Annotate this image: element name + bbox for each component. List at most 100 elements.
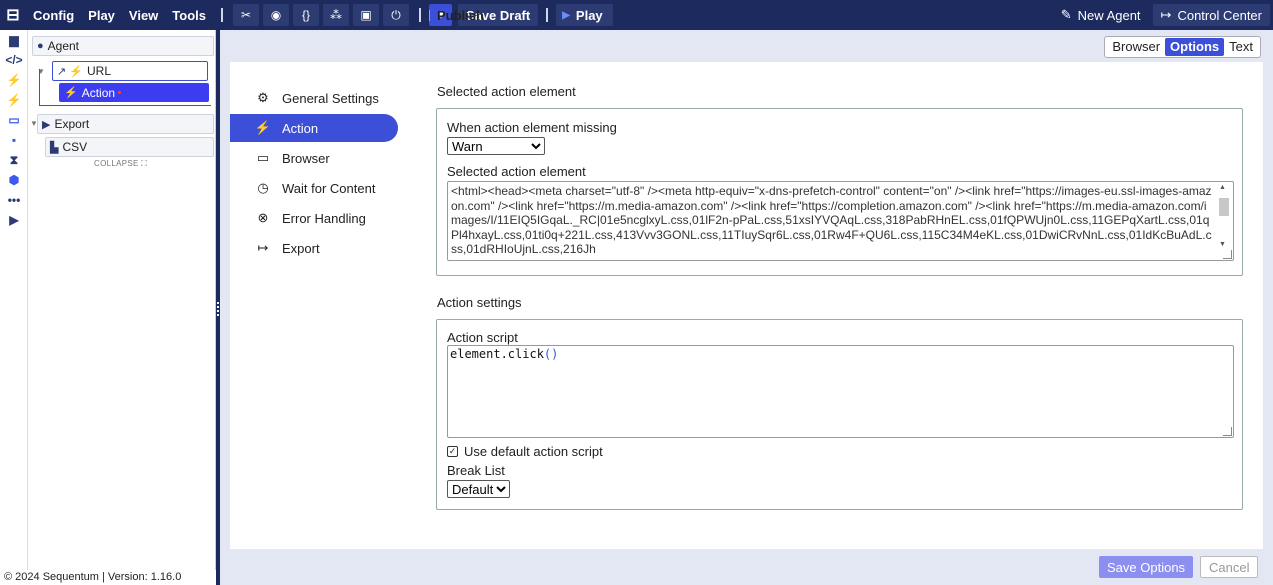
toolbar-separator xyxy=(419,8,421,22)
script-code: element.click() xyxy=(450,347,558,361)
tree-node-agent[interactable]: ● Agent xyxy=(32,36,214,56)
options-card: ⚙ General Settings ⚡ Action ▭ Browser ◷ … xyxy=(230,62,1263,549)
braces-icon[interactable]: {} xyxy=(293,4,319,26)
menu-play[interactable]: Play xyxy=(81,8,122,23)
edit-icon: ✎ xyxy=(1060,7,1072,22)
break-list-select[interactable]: Default xyxy=(447,480,510,498)
nav-general-settings[interactable]: ⚙ General Settings xyxy=(230,84,398,112)
agent-tree: ● Agent ▼ ↗ ⚡ URL ⚡ Action ▼ ▶ Export ▙ … xyxy=(28,30,216,570)
scroll-up-icon[interactable]: ▲ xyxy=(1219,184,1226,191)
scrollbar[interactable]: ▲ ▼ xyxy=(1217,184,1231,248)
field-label: Break List xyxy=(447,463,505,478)
scroll-thumb[interactable] xyxy=(1219,198,1229,216)
script-code-parens: () xyxy=(543,347,559,361)
selected-element-textarea[interactable]: <html><head><meta charset="utf-8" /><met… xyxy=(447,181,1234,261)
tree-node-label: Export xyxy=(54,117,90,131)
section-title: Selected action element xyxy=(437,84,576,99)
menu-config[interactable]: Config xyxy=(26,8,81,23)
top-toolbar: ⊟ Config Play View Tools ✂ ◉ {} ⁂ ▣ ⏻ Pu… xyxy=(0,0,1273,30)
csv-icon: ▙ xyxy=(50,141,59,154)
code-icon[interactable]: </> xyxy=(0,50,28,70)
tab-browser[interactable]: Browser xyxy=(1107,38,1165,56)
clock-icon: ◷ xyxy=(257,180,269,195)
window-icon[interactable]: ▣ xyxy=(353,4,379,26)
action-script-editor[interactable]: element.click() xyxy=(447,345,1234,438)
drag-handle-icon[interactable] xyxy=(217,302,219,316)
exit-icon: ↦ xyxy=(1160,7,1172,22)
resize-handle-icon[interactable] xyxy=(1223,250,1232,259)
nav-label: Action xyxy=(282,120,319,136)
bolt-icon: ⚡ xyxy=(64,87,78,99)
globe-icon[interactable]: ◉ xyxy=(263,4,289,26)
menu-view[interactable]: View xyxy=(122,8,165,23)
main-panel: Browser Options Text ⚙ General Settings … xyxy=(220,30,1273,585)
left-icon-rail: ▆ </> ⚡ ⚡ ▭ ▪ ⧗ ⬢ ••• ▶ xyxy=(0,30,28,570)
play-label: Play xyxy=(575,7,603,23)
tree-node-label: Agent xyxy=(47,39,80,53)
export-icon: ↦ xyxy=(257,240,269,255)
missing-element-select[interactable]: Warn xyxy=(447,137,545,155)
tree-node-action[interactable]: ⚡ Action xyxy=(59,83,209,102)
nav-browser[interactable]: ▭ Browser xyxy=(230,144,398,172)
network-icon[interactable]: ⁂ xyxy=(323,4,349,26)
robot-icon: ● xyxy=(37,40,44,52)
tree-node-export[interactable]: ▶ Export xyxy=(37,114,214,134)
export-icon: ▶ xyxy=(42,118,51,131)
tree-node-csv[interactable]: ▙ CSV xyxy=(45,137,214,157)
status-dot-icon xyxy=(118,91,122,94)
shield-icon[interactable]: ⬢ xyxy=(0,170,28,190)
script-icon[interactable]: ▪ xyxy=(0,130,28,150)
section-title: Action settings xyxy=(437,295,522,310)
nav-label: General Settings xyxy=(282,90,379,106)
new-agent-button[interactable]: ✎ New Agent xyxy=(1053,4,1149,26)
bolt-icon: ⚡ xyxy=(254,120,272,135)
field-label: When action element missing xyxy=(447,120,617,135)
cancel-button[interactable]: Cancel xyxy=(1200,556,1259,578)
page-icon[interactable]: ▆ xyxy=(0,30,28,50)
menu-tools[interactable]: Tools xyxy=(165,8,213,23)
tree-node-label: CSV xyxy=(62,140,88,154)
control-center-label: Control Center xyxy=(1177,7,1262,23)
hourglass-icon[interactable]: ⧗ xyxy=(0,150,28,170)
script-code-text: element.click xyxy=(450,347,544,361)
play-button[interactable]: ▶ Play xyxy=(556,4,613,26)
app-logo-icon: ⊟ xyxy=(6,7,20,24)
scroll-down-icon[interactable]: ▼ xyxy=(1219,241,1226,248)
nav-label: Export xyxy=(282,240,320,256)
gear-icon: ⚙ xyxy=(257,90,269,105)
nav-export[interactable]: ↦ Export xyxy=(230,234,398,262)
browser-window-icon: ▭ xyxy=(256,150,270,165)
tab-text[interactable]: Text xyxy=(1224,38,1258,56)
nav-action[interactable]: ⚡ Action xyxy=(230,114,398,142)
resize-handle-icon[interactable] xyxy=(1223,427,1232,436)
control-center-button[interactable]: ↦ Control Center xyxy=(1152,4,1270,26)
selected-element-box: When action element missing Warn Selecte… xyxy=(436,108,1243,276)
error-circle-icon: ⊗ xyxy=(257,210,269,225)
nav-label: Browser xyxy=(282,150,330,166)
use-default-script-checkbox[interactable]: ✓ Use default action script xyxy=(447,444,603,459)
save-options-button[interactable]: Save Options xyxy=(1099,556,1194,578)
toolbar-separator xyxy=(546,8,549,22)
export-icon[interactable]: ▶ xyxy=(0,210,28,230)
nav-error-handling[interactable]: ⊗ Error Handling xyxy=(230,204,398,232)
checkbox-checked-icon[interactable]: ✓ xyxy=(447,446,458,457)
play-icon: ▶ xyxy=(562,9,570,21)
version-footer: © 2024 Sequentum | Version: 1.16.0 xyxy=(0,570,216,585)
bolt-icon[interactable]: ⚡ xyxy=(0,70,28,90)
browser-window-icon[interactable]: ▭ xyxy=(0,110,28,130)
more-icon[interactable]: ••• xyxy=(0,190,28,210)
tab-options[interactable]: Options xyxy=(1165,38,1225,56)
checkbox-label: Use default action script xyxy=(464,444,603,459)
publish-label: Publish xyxy=(437,7,484,23)
field-label: Selected action element xyxy=(447,164,586,179)
nav-label: Wait for Content xyxy=(282,180,376,196)
tools-icon[interactable]: ✂ xyxy=(233,4,259,26)
collapse-button[interactable]: COLLAPSE ⛶ xyxy=(94,159,147,169)
action-bolt-icon[interactable]: ⚡ xyxy=(0,90,28,110)
tree-node-label: Action xyxy=(81,85,116,100)
publish-button[interactable]: Publish ▼ xyxy=(429,4,484,26)
field-label: Action script xyxy=(447,330,518,345)
nav-wait-for-content[interactable]: ◷ Wait for Content xyxy=(230,174,398,202)
nav-label: Error Handling xyxy=(282,210,366,226)
power-icon[interactable]: ⏻ xyxy=(383,4,409,26)
